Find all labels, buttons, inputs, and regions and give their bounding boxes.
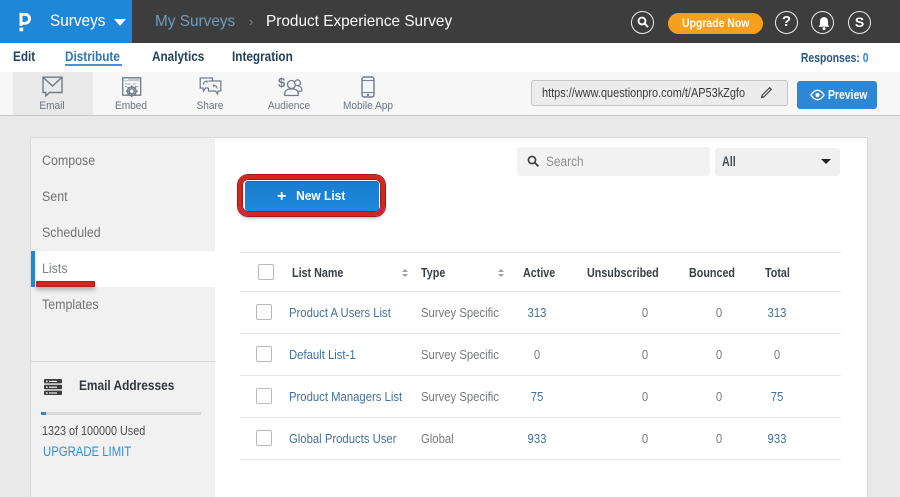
svg-text:$: $ (278, 75, 286, 90)
